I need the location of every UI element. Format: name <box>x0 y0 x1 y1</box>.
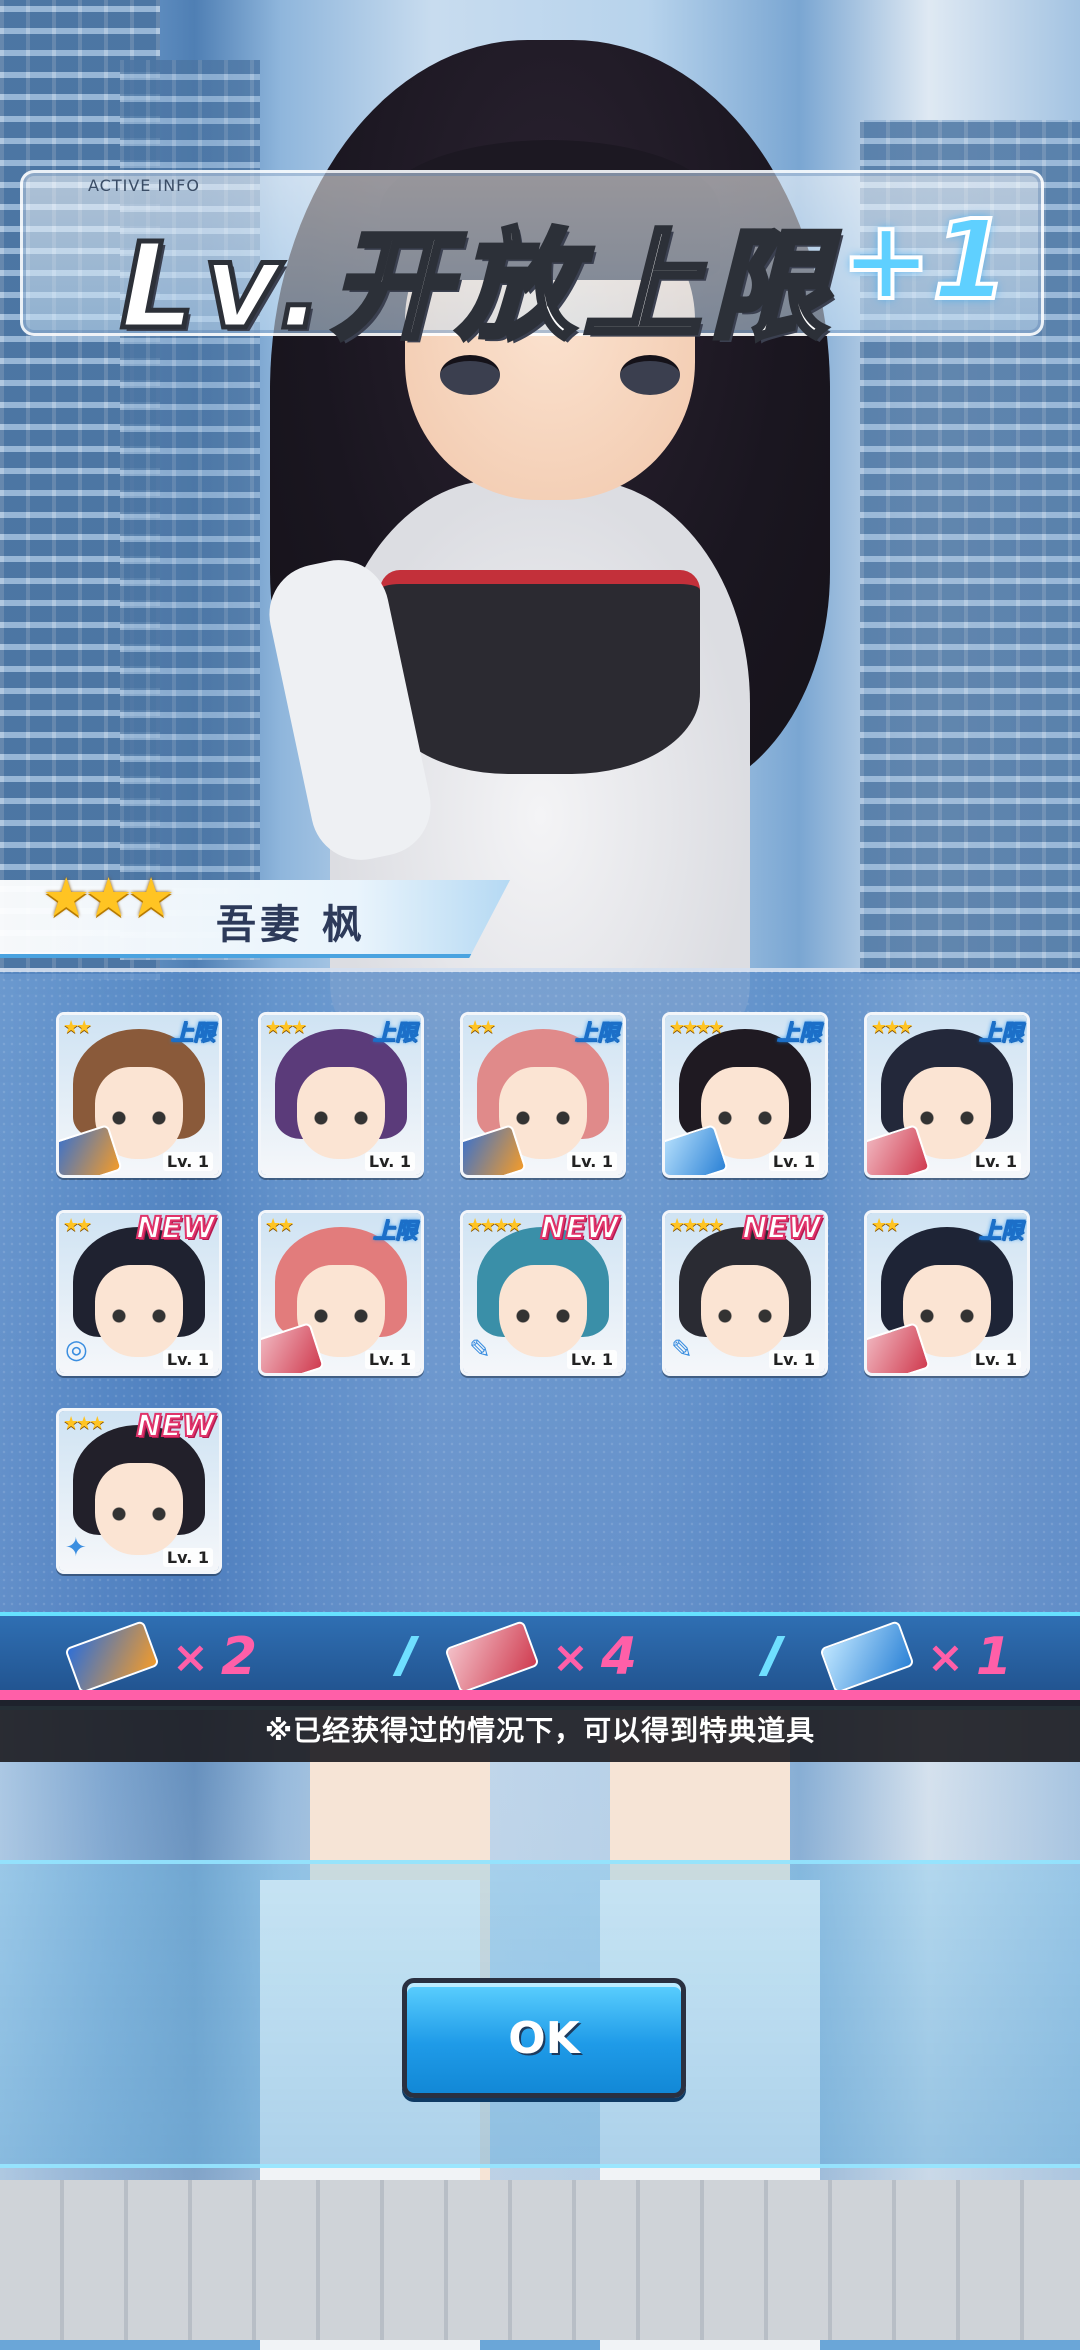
character-card: ★★ 上限 Lv. 1 <box>864 1210 1030 1376</box>
card-rarity-stars: ★★ <box>467 1017 496 1038</box>
character-suit <box>380 570 700 774</box>
bonus-note: ※已经获得过的情况下，可以得到特典道具 <box>0 1700 1080 1762</box>
card-rarity-stars: ★★★★ <box>669 1017 725 1038</box>
character-card: ★★★ 上限 Lv. 1 <box>864 1012 1030 1178</box>
card-level: Lv. 1 <box>566 1350 617 1369</box>
card-type-icon: ✎ <box>671 1335 693 1365</box>
new-badge: NEW <box>741 1211 822 1247</box>
reward-item-1: × 2 <box>64 1616 258 1698</box>
card-type-icon: ◎ <box>65 1335 88 1365</box>
character-card: ★★ 上限 Lv. 1 <box>56 1012 222 1178</box>
card-eyes <box>715 1309 775 1323</box>
card-eyes <box>715 1111 775 1125</box>
card-eyes <box>109 1507 169 1521</box>
character-card: ★★★★ NEW Lv. 1 ✎ <box>460 1210 626 1376</box>
card-rarity-stars: ★★ <box>63 1017 92 1038</box>
accent-line <box>0 1690 1080 1700</box>
card-type-icon: ✦ <box>65 1533 87 1563</box>
character-eye-left <box>440 355 500 395</box>
character-card: ★★ 上限 Lv. 1 <box>460 1012 626 1178</box>
card-eyes <box>311 1111 371 1125</box>
card-eyes <box>311 1309 371 1323</box>
skill-book-icon <box>64 1620 160 1694</box>
limit-up-badge: 上限 <box>776 1021 821 1047</box>
ok-button[interactable]: OK <box>402 1978 686 2098</box>
reward-count: 1 <box>975 1627 1013 1687</box>
limit-up-badge: 上限 <box>372 1219 417 1245</box>
new-badge: NEW <box>135 1409 216 1445</box>
card-type-icon: ✎ <box>469 1335 491 1365</box>
card-eyes <box>513 1309 573 1323</box>
card-level: Lv. 1 <box>768 1152 819 1171</box>
ticket-icon <box>444 1620 540 1694</box>
card-eyes <box>917 1111 977 1125</box>
card-rarity-stars: ★★★ <box>265 1017 307 1038</box>
card-level: Lv. 1 <box>970 1350 1021 1369</box>
card-rarity-stars: ★★★ <box>871 1017 913 1038</box>
card-rarity-stars: ★★ <box>871 1215 900 1236</box>
reward-multiplier: × <box>172 1631 209 1683</box>
card-rarity-stars: ★★★★ <box>467 1215 523 1236</box>
character-card: ★★ 上限 Lv. 1 <box>258 1210 424 1376</box>
banner-title: Lv.开放上限 <box>117 215 836 358</box>
card-level: Lv. 1 <box>566 1152 617 1171</box>
reward-multiplier: × <box>927 1631 964 1683</box>
card-rarity-stars: ★★ <box>63 1215 92 1236</box>
card-eyes <box>917 1309 977 1323</box>
reward-count: 2 <box>220 1627 258 1687</box>
card-level: Lv. 1 <box>162 1548 213 1567</box>
character-card: ★★★ NEW Lv. 1 ✦ <box>56 1408 222 1574</box>
card-rarity-stars: ★★★ <box>63 1413 105 1434</box>
character-name: 吾妻 枫 <box>216 902 366 948</box>
reward-multiplier: × <box>552 1631 589 1683</box>
limit-up-badge: 上限 <box>978 1219 1023 1245</box>
card-rarity-stars: ★★★★ <box>669 1215 725 1236</box>
character-card: ★★★★ NEW Lv. 1 ✎ <box>662 1210 828 1376</box>
limit-up-badge: 上限 <box>574 1021 619 1047</box>
card-rarity-stars: ★★ <box>265 1215 294 1236</box>
character-card: ★★ NEW Lv. 1 ◎ <box>56 1210 222 1376</box>
reward-item-3: × 1 <box>819 1616 1013 1698</box>
new-badge: NEW <box>135 1211 216 1247</box>
card-level: Lv. 1 <box>970 1152 1021 1171</box>
banner-plus-value: +1 <box>838 194 1011 326</box>
card-level: Lv. 1 <box>364 1350 415 1369</box>
new-badge: NEW <box>539 1211 620 1247</box>
reward-count: 4 <box>600 1627 638 1687</box>
card-eyes <box>109 1111 169 1125</box>
limit-up-badge: 上限 <box>372 1021 417 1047</box>
limit-up-badge: 上限 <box>170 1021 215 1047</box>
card-eyes <box>109 1309 169 1323</box>
card-level: Lv. 1 <box>364 1152 415 1171</box>
limit-up-badge: 上限 <box>978 1021 1023 1047</box>
card-level: Lv. 1 <box>162 1152 213 1171</box>
character-eye-right <box>620 355 680 395</box>
character-card: ★★★★ 上限 Lv. 1 <box>662 1012 828 1178</box>
character-card: ★★★ 上限 Lv. 1 <box>258 1012 424 1178</box>
card-level: Lv. 1 <box>768 1350 819 1369</box>
character-rarity-stars: ★★★ <box>42 866 175 929</box>
pavement-background <box>0 2180 1080 2340</box>
reward-item-2: × 4 <box>444 1616 638 1698</box>
card-level: Lv. 1 <box>162 1350 213 1369</box>
card-eyes <box>513 1111 573 1125</box>
blue-card-icon <box>819 1620 915 1694</box>
